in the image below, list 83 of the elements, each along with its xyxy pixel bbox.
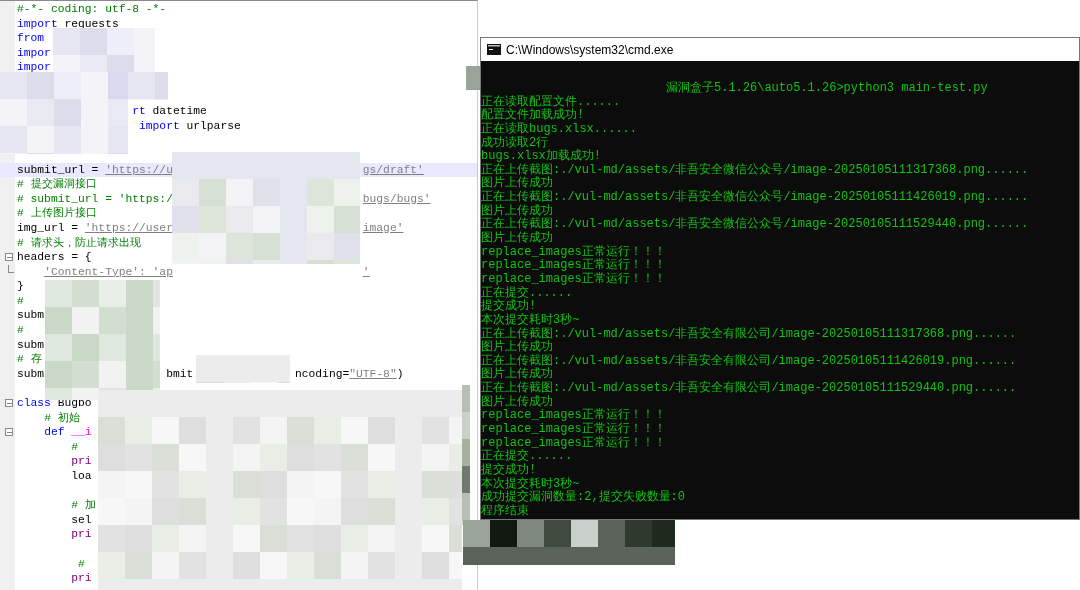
code-text: __i [71, 426, 92, 439]
code-text: pri [71, 572, 92, 585]
console-line: 正在上传截图:./vul-md/assets/非吾安全有限公司/image-20250105111529440.png...... [481, 382, 1018, 396]
fold-collapse-icon[interactable] [5, 399, 13, 408]
console-line: 本次提交耗时3秒~ [481, 313, 581, 327]
code-text: # 提交漏洞接口 [17, 178, 97, 191]
window-title: C:\Windows\system32\cmd.exe [506, 42, 674, 57]
fold-collapse-icon[interactable] [5, 428, 13, 437]
code-text: pri [71, 528, 92, 541]
code-text: image' [362, 221, 404, 234]
console-line: 正在上传截图:./vul-md/assets/非吾安全微信公众号/image-20250105111426019.png...... [481, 191, 1030, 205]
console-line: 图片上传成功 [481, 232, 554, 246]
code-text: # 存 [17, 353, 42, 366]
console-line: replace_images正常运行！！！ [481, 245, 667, 259]
code-text: rt [132, 105, 146, 118]
terminal-icon [487, 44, 501, 55]
code-text: class [17, 397, 51, 410]
console-line: 图片上传成功 [481, 341, 554, 355]
code-text: } [17, 280, 24, 293]
code-text: # 加 [71, 499, 96, 512]
code-text: 'https://user [84, 221, 173, 234]
console-line: replace_images正常运行！！！ [481, 409, 667, 423]
console-line: 图片上传成功 [481, 395, 554, 409]
code-text: # 请求头，防止请求出现 [17, 236, 141, 249]
console-line: replace_images正常运行！！！ [481, 272, 667, 286]
console-line: 配置文件加载成功! [481, 109, 586, 123]
console-line: 正在读取配置文件...... [481, 95, 622, 109]
console-line: 正在上传截图:./vul-md/assets/非吾安全有限公司/image-20250105111317368.png...... [481, 327, 1018, 341]
console-line: 正在提交...... [481, 450, 573, 464]
code-text: # [78, 557, 85, 570]
code-text: 'https://u [105, 163, 173, 176]
code-text: headers = { [17, 251, 92, 264]
code-text: bmit [166, 367, 194, 380]
console-line: 提交成功! [481, 300, 537, 314]
console-line: 正在读取bugs.xlsx...... [481, 122, 639, 136]
console-line: 正在上传截图:./vul-md/assets/非吾安全微信公众号/image-20250105111529440.png...... [481, 218, 1030, 232]
code-text: impor [17, 61, 51, 74]
console-line: 提交成功! [481, 463, 538, 477]
code-text: requests [64, 17, 119, 30]
code-text: import [139, 119, 180, 132]
code-text: # [17, 294, 24, 307]
code-text: img_url = [17, 221, 79, 234]
console-line: 漏洞盒子5.1.26\auto5.1.26>python3 main-test.py [665, 82, 989, 96]
console-line: replace_images正常运行！！！ [481, 423, 667, 436]
code-text: # [71, 440, 78, 453]
console-line: 正在提交...... [481, 286, 573, 300]
code-text: subm [17, 338, 45, 351]
console-line: 图片上传成功 [481, 177, 554, 191]
code-text: import [17, 17, 58, 30]
console-line: 本次提交耗时3秒~ [481, 477, 581, 491]
code-text: loa [71, 470, 92, 482]
fold-collapse-icon[interactable] [5, 253, 13, 262]
code-text: "UTF-8" [349, 367, 397, 380]
console-line: replace_images正常运行！！！ [481, 436, 667, 450]
console-line: replace_images正常运行！！！ [481, 259, 667, 273]
code-text: impor [17, 46, 51, 59]
console-line: bugs.xlsx加载成功! [481, 150, 602, 164]
console-line: 图片上传成功 [481, 204, 554, 218]
code-text: ) [396, 367, 404, 380]
code-text: bugs/bugs' [362, 192, 431, 205]
console-line: 成功读取2行 [481, 136, 549, 150]
code-text: datetime [152, 105, 207, 118]
code-text: urlparse [186, 119, 241, 132]
console-line: 程序结束 [481, 504, 530, 519]
code-text: subm [17, 309, 45, 322]
code-text: #-*- coding: utf-8 -*- [17, 3, 167, 15]
code-text: # [17, 324, 24, 337]
code-text: submit_url = [17, 163, 100, 176]
code-text: pri [71, 455, 92, 468]
console-line: 正在上传截图:./vul-md/assets/非吾安全有限公司/image-20250105111426019.png...... [481, 354, 1018, 368]
code-text: subm [17, 367, 45, 380]
code-text: # submit_url = 'https:/ [17, 192, 173, 205]
code-text: from [17, 32, 45, 45]
code-text: # 上传图片接口 [17, 207, 97, 220]
code-text: def [44, 426, 65, 439]
code-text: gs/draft' [362, 163, 424, 176]
code-text: sel [71, 513, 92, 526]
console-line: 正在上传截图:./vul-md/assets/非吾安全微信公众号/image-20250105111317368.png...... [481, 163, 1030, 177]
code-text: ncoding= [295, 367, 350, 380]
code-text: # 初始 [44, 411, 80, 424]
console-line: 图片上传成功 [481, 368, 554, 382]
code-text: ' [362, 265, 370, 278]
code-text: 'Content-Type': 'ap [44, 265, 173, 278]
